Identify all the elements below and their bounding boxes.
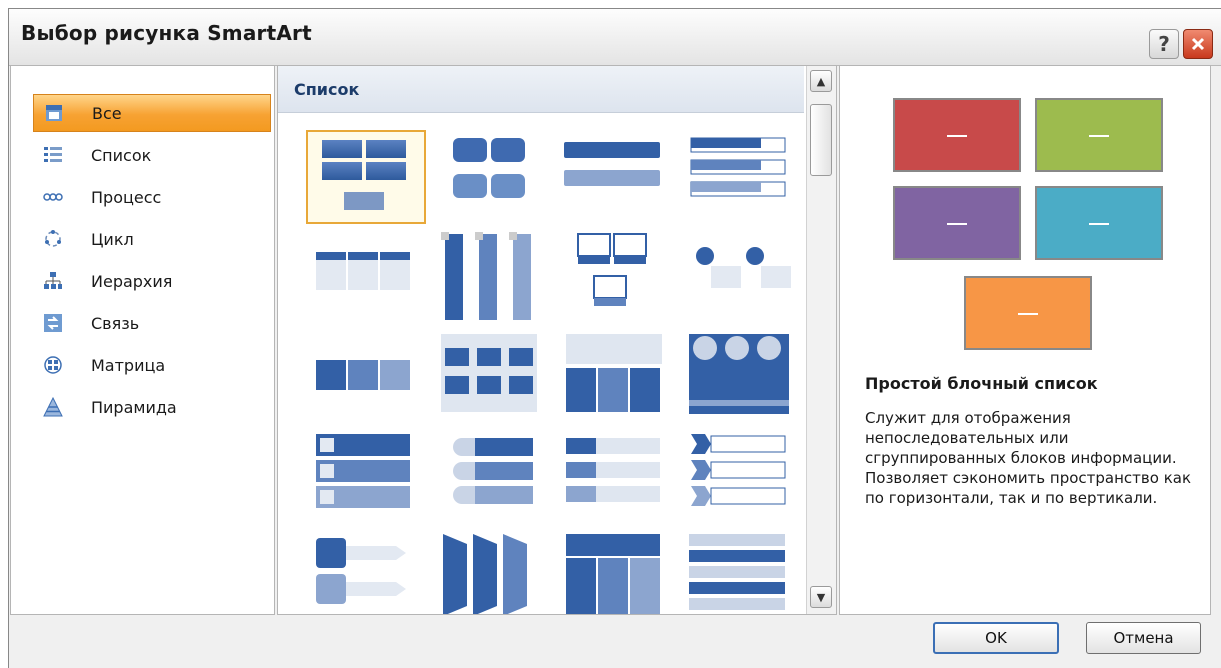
category-hierarchy[interactable]: Иерархия: [33, 262, 271, 300]
category-cycle[interactable]: Цикл: [33, 220, 271, 258]
layout-vertical-box-list[interactable]: [431, 230, 551, 324]
layout-segmented-list[interactable]: [556, 430, 676, 524]
layout-picture-accent-list[interactable]: [681, 330, 801, 424]
layout-target-list[interactable]: [431, 430, 551, 524]
layout-trapezoid-horizontal-list[interactable]: [431, 530, 551, 614]
layout-picture-caption-list[interactable]: [556, 230, 676, 324]
close-icon: [1191, 37, 1205, 51]
category-label: Связь: [91, 313, 140, 333]
layout-grid: [278, 112, 804, 614]
close-button[interactable]: [1183, 29, 1213, 59]
matrix-icon: [43, 355, 63, 375]
preview-block-5: [964, 276, 1092, 350]
layout-alternating-hexagons[interactable]: [431, 130, 551, 224]
layout-grouped-list[interactable]: [556, 330, 676, 424]
gallery-header: Список: [278, 66, 804, 113]
layout-horizontal-bullet-list[interactable]: [306, 230, 426, 324]
cycle-icon: [43, 229, 63, 249]
preview-block-1: [893, 98, 1021, 172]
category-all[interactable]: Все: [33, 94, 271, 132]
layout-lined-list[interactable]: [306, 330, 426, 424]
layout-stacked-list[interactable]: [681, 130, 801, 224]
layout-hierarchy-list[interactable]: [556, 530, 676, 614]
layout-vertical-bullet-list[interactable]: [556, 130, 676, 224]
category-relationship[interactable]: Связь: [33, 304, 271, 342]
pyramid-icon: [43, 397, 63, 417]
all-icon: [44, 103, 64, 123]
layout-vertical-arrow-list[interactable]: [306, 430, 426, 524]
category-pyramid[interactable]: Пирамида: [33, 388, 271, 426]
layout-basic-block-list[interactable]: [306, 130, 426, 224]
scroll-thumb[interactable]: [810, 104, 832, 176]
cancel-button[interactable]: Отмена: [1086, 622, 1201, 654]
layout-table-list[interactable]: [431, 330, 551, 424]
scroll-down-button[interactable]: ▼: [810, 586, 832, 608]
process-icon: [43, 187, 63, 207]
dialog-title: Выбор рисунка SmartArt: [21, 21, 312, 45]
relationship-icon: [43, 313, 63, 333]
category-label: Процесс: [91, 187, 162, 207]
preview-description: Служит для отображения непоследовательны…: [865, 409, 1192, 507]
category-label: Все: [92, 103, 122, 123]
preview-block-3: [893, 186, 1021, 260]
category-label: Иерархия: [91, 271, 173, 291]
help-button[interactable]: ?: [1149, 29, 1179, 59]
layout-arrow-box-list[interactable]: [306, 530, 426, 614]
category-list: Все Список Процесс Цикл Иерархия Связь М…: [10, 65, 275, 615]
category-label: Матрица: [91, 355, 166, 375]
scroll-up-button[interactable]: ▲: [810, 70, 832, 92]
preview-block-4: [1035, 186, 1163, 260]
preview-block-2: [1035, 98, 1163, 172]
ok-button[interactable]: OK: [933, 622, 1059, 654]
category-label: Пирамида: [91, 397, 177, 417]
preview-panel: Простой блочный список Служит для отобра…: [839, 65, 1211, 615]
category-process[interactable]: Процесс: [33, 178, 271, 216]
list-icon: [43, 145, 63, 165]
layout-trapezoid-list[interactable]: [681, 230, 801, 324]
gallery-header-label: Список: [294, 80, 360, 99]
gallery-scrollbar[interactable]: ▲ ▼: [806, 66, 836, 614]
category-label: Список: [91, 145, 152, 165]
layout-gallery: Список ▲ ▼: [277, 65, 837, 615]
category-label: Цикл: [91, 229, 134, 249]
category-list-item[interactable]: Список: [33, 136, 271, 174]
hierarchy-icon: [43, 271, 63, 291]
category-matrix[interactable]: Матрица: [33, 346, 271, 384]
preview-title: Простой блочный список: [865, 374, 1098, 393]
title-bar: Выбор рисунка SmartArt ?: [9, 9, 1221, 66]
layout-chevron-list[interactable]: [681, 430, 801, 524]
layout-stacked-bar-list[interactable]: [681, 530, 801, 614]
